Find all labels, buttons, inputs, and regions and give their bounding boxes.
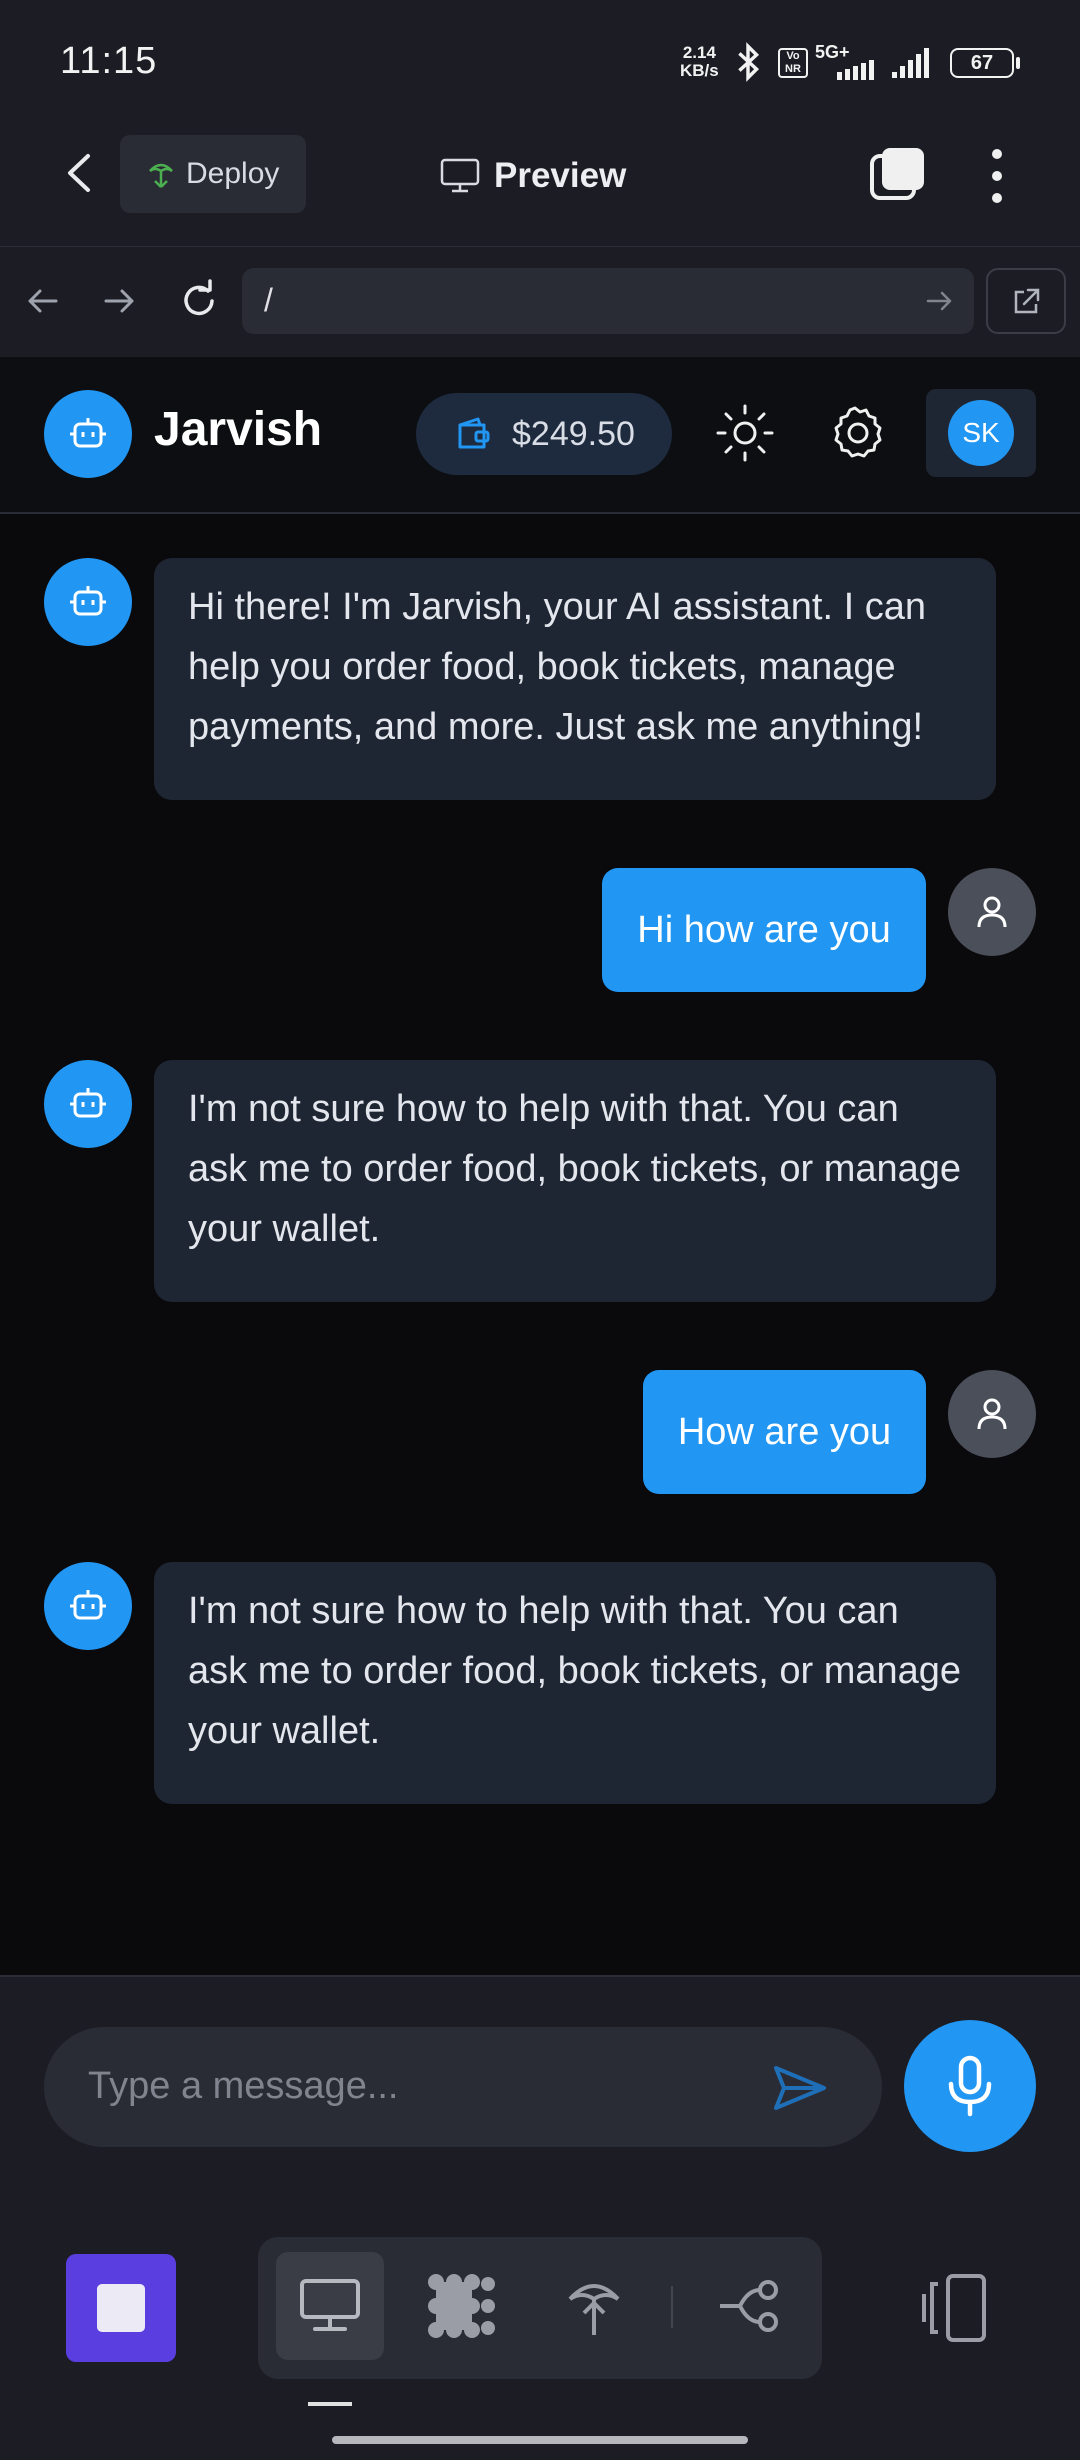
- desktop-view-button[interactable]: [276, 2252, 384, 2360]
- battery-tip: [1016, 57, 1020, 69]
- deploy-icon: [149, 163, 173, 188]
- wallet-amount: $249.50: [512, 414, 635, 453]
- mic-button[interactable]: [904, 2020, 1036, 2152]
- deploy-view-button[interactable]: [540, 2252, 648, 2360]
- stop-button[interactable]: [66, 2254, 176, 2362]
- apps-icon: [428, 2274, 495, 2338]
- bot-avatar: [44, 1562, 132, 1650]
- back-button[interactable]: [50, 138, 110, 208]
- bot-icon: [70, 1088, 106, 1118]
- user-icon: [977, 896, 1007, 928]
- bot-message: I'm not sure how to help with that. You …: [154, 1562, 996, 1804]
- bot-avatar: [44, 1060, 132, 1148]
- brand-logo: [44, 390, 132, 478]
- more-options-button[interactable]: [975, 140, 1019, 212]
- monitor-icon: [440, 158, 480, 193]
- signal-icon-2: [892, 48, 929, 78]
- external-link-icon: [1014, 288, 1040, 314]
- bot-icon: [70, 1590, 106, 1620]
- preview-label: Preview: [494, 156, 627, 195]
- mic-icon: [948, 2055, 992, 2117]
- open-external-button[interactable]: [986, 268, 1066, 334]
- brand-name: Jarvish: [154, 403, 323, 456]
- signal-icon: [837, 60, 874, 80]
- settings-button[interactable]: [822, 400, 888, 466]
- device-frame-button[interactable]: [918, 2272, 998, 2344]
- wallet-icon: [458, 417, 490, 449]
- toolbar-indicator: [308, 2402, 352, 2406]
- switcher-divider: [671, 2286, 673, 2328]
- battery-indicator: 67: [950, 48, 1014, 78]
- bot-icon: [70, 586, 106, 616]
- deploy-button[interactable]: Deploy: [120, 135, 306, 213]
- deploy-icon: [568, 2284, 620, 2335]
- bot-message: I'm not sure how to help with that. You …: [154, 1060, 996, 1302]
- stop-icon: [97, 2284, 145, 2332]
- url-text[interactable]: /: [264, 282, 273, 319]
- tabs-button[interactable]: [868, 146, 928, 206]
- volte-icon: Vo NR: [778, 48, 808, 78]
- browser-forward-button[interactable]: [98, 280, 140, 322]
- user-message: How are you: [643, 1370, 926, 1494]
- profile-button[interactable]: SK: [926, 389, 1036, 477]
- theme-toggle-button[interactable]: [712, 400, 778, 466]
- message-input-placeholder[interactable]: Type a message...: [88, 2065, 399, 2108]
- wallet-balance-button[interactable]: $249.50: [416, 393, 672, 475]
- flow-icon: [720, 2280, 778, 2332]
- browser-back-button[interactable]: [22, 280, 64, 322]
- desktop-icon: [300, 2279, 360, 2331]
- network-speed: 2.14 KB/s: [680, 43, 719, 80]
- reload-button[interactable]: [176, 278, 222, 324]
- send-button[interactable]: [770, 2060, 830, 2116]
- user-avatar: [948, 1370, 1036, 1458]
- flow-view-button[interactable]: [696, 2252, 804, 2360]
- bot-message: Hi there! I'm Jarvish, your AI assistant…: [154, 558, 996, 800]
- apps-view-button[interactable]: [407, 2252, 515, 2360]
- status-time: 11:15: [60, 40, 158, 82]
- user-avatar: [948, 868, 1036, 956]
- bot-icon: [70, 418, 106, 448]
- deploy-label: Deploy: [186, 157, 280, 190]
- go-arrow-icon[interactable]: [924, 286, 954, 316]
- user-message: Hi how are you: [602, 868, 926, 992]
- gesture-bar[interactable]: [332, 2436, 748, 2444]
- user-icon: [977, 1398, 1007, 1430]
- url-bar[interactable]: [242, 268, 974, 334]
- bluetooth-icon: [738, 42, 760, 82]
- avatar: SK: [948, 400, 1014, 466]
- bot-avatar: [44, 558, 132, 646]
- preview-title: Preview: [440, 148, 626, 204]
